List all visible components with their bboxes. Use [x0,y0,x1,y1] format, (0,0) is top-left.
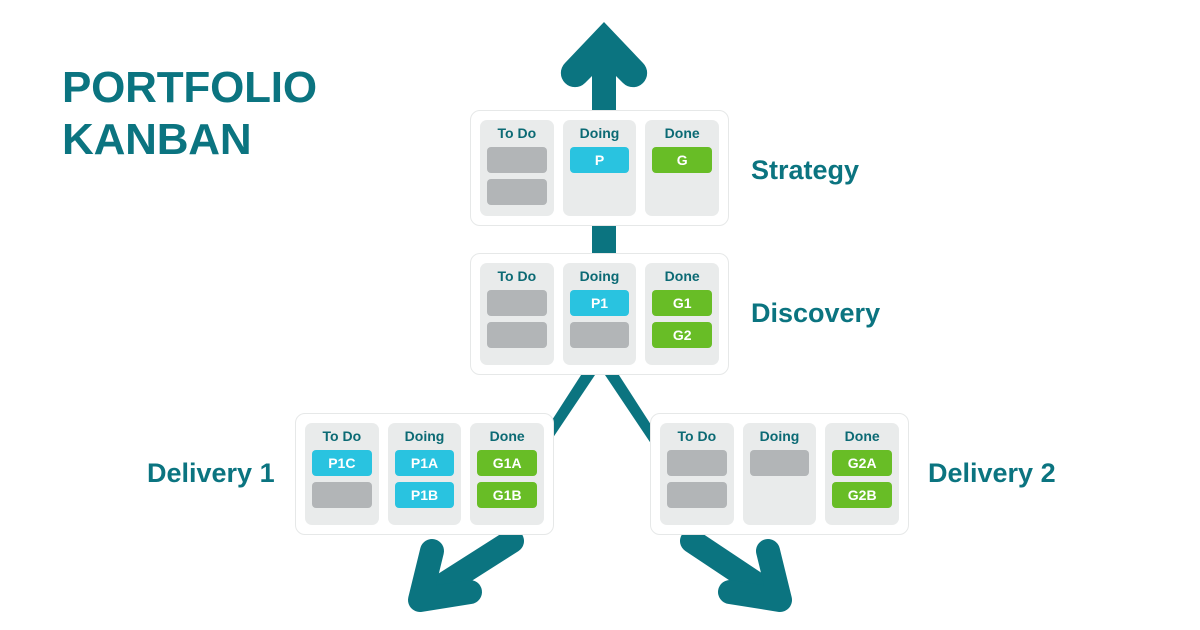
column-title: To Do [497,268,537,284]
arrow-out-of-delivery2-icon [680,529,792,612]
column-done-strategy[interactable]: Done G [645,120,720,216]
column-title: Done [664,125,700,141]
card-list: G1 G2 [652,290,713,348]
kanban-board-discovery[interactable]: To Do Doing P1 Done G1 G2 [470,253,729,375]
card-list: P [569,147,630,173]
column-done-delivery-1[interactable]: Done G1A G1B [470,423,545,525]
column-to-do-delivery-2[interactable]: To Do [660,423,734,525]
card-placeholder[interactable] [487,322,547,348]
column-title: Done [489,428,525,444]
column-title: Doing [404,428,445,444]
card-placeholder[interactable] [667,450,727,476]
connector-strategy-discovery-icon [592,224,616,256]
card-placeholder[interactable] [312,482,372,508]
card-p1b[interactable]: P1B [394,482,455,508]
card-placeholder[interactable] [667,482,727,508]
label-strategy: Strategy [751,155,860,185]
column-to-do-delivery-1[interactable]: To Do P1C [305,423,379,525]
card-list: P1C [312,450,372,508]
card-p1[interactable]: P1 [569,290,630,316]
card-g1b[interactable]: G1B [477,482,538,508]
card-g2[interactable]: G2 [652,322,713,348]
page-title: PORTFOLIO KANBAN [62,62,462,166]
column-title: To Do [497,125,537,141]
label-delivery-2: Delivery 2 [928,458,1056,488]
card-list: G1A G1B [477,450,538,508]
column-doing-delivery-1[interactable]: Doing P1A P1B [387,423,462,525]
card-g1a[interactable]: G1A [477,450,538,476]
card-g1[interactable]: G1 [652,290,713,316]
arrow-out-of-delivery1-icon [408,529,524,612]
kanban-board-delivery-2[interactable]: To Do Doing Done G2A G2B [650,413,909,535]
card-g[interactable]: G [652,147,713,173]
column-title: Done [844,428,880,444]
card-placeholder[interactable] [487,290,547,316]
column-doing-delivery-2[interactable]: Doing [742,423,817,525]
column-to-do-strategy[interactable]: To Do [480,120,554,216]
card-list: P1 [569,290,630,348]
card-list: P1A P1B [394,450,455,508]
column-title: To Do [322,428,362,444]
column-to-do-discovery[interactable]: To Do [480,263,554,365]
card-placeholder[interactable] [569,322,630,348]
card-list: G [652,147,713,173]
card-p[interactable]: P [569,147,630,173]
label-discovery: Discovery [751,298,881,328]
kanban-board-delivery-1[interactable]: To Do P1C Doing P1A P1B Done G1A G1B [295,413,554,535]
card-placeholder[interactable] [487,147,547,173]
card-placeholder[interactable] [749,450,810,476]
card-list [667,450,727,508]
card-list [487,147,547,205]
arrow-up-to-strategy-icon [560,22,648,118]
column-doing-discovery[interactable]: Doing P1 [562,263,637,365]
column-title: Done [664,268,700,284]
card-p1a[interactable]: P1A [394,450,455,476]
label-delivery-1: Delivery 1 [147,458,275,488]
column-done-delivery-2[interactable]: Done G2A G2B [825,423,900,525]
diagram-canvas: PORTFOLIO KANBAN Strategy Discovery Deli… [0,0,1200,630]
column-title: Doing [579,125,620,141]
card-g2a[interactable]: G2A [832,450,893,476]
card-placeholder[interactable] [487,179,547,205]
card-g2b[interactable]: G2B [832,482,893,508]
card-list: G2A G2B [832,450,893,508]
column-doing-strategy[interactable]: Doing P [562,120,637,216]
column-title: Doing [579,268,620,284]
column-title: Doing [759,428,800,444]
page-title-line-2: KANBAN [62,114,252,164]
column-title: To Do [677,428,717,444]
page-title-line-1: PORTFOLIO [62,63,317,112]
kanban-board-strategy[interactable]: To Do Doing P Done G [470,110,729,226]
card-p1c[interactable]: P1C [312,450,372,476]
card-list [487,290,547,348]
column-done-discovery[interactable]: Done G1 G2 [645,263,720,365]
card-list [749,450,810,476]
